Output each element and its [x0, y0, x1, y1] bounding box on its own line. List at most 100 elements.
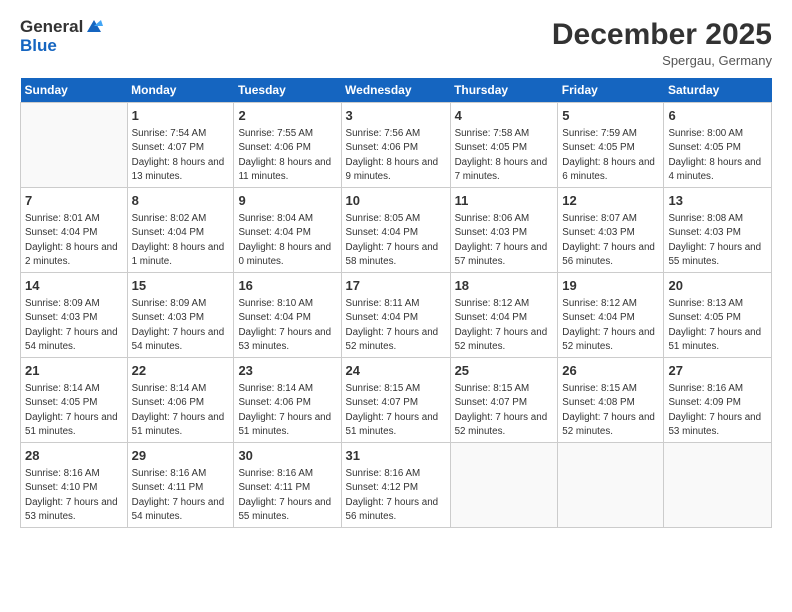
calendar-cell: 1 Sunrise: 7:54 AM Sunset: 4:07 PM Daylig…: [127, 103, 234, 188]
page: General Blue December 2025 Spergau, Germ…: [0, 0, 792, 612]
calendar-cell: 16 Sunrise: 8:10 AM Sunset: 4:04 PM Dayli…: [234, 273, 341, 358]
header-thursday: Thursday: [450, 78, 558, 103]
day-number: 27: [668, 362, 767, 380]
calendar-week-row: 21 Sunrise: 8:14 AM Sunset: 4:05 PM Dayli…: [21, 358, 772, 443]
day-number: 20: [668, 277, 767, 295]
weekday-header-row: Sunday Monday Tuesday Wednesday Thursday…: [21, 78, 772, 103]
logo-general-text: General: [20, 18, 83, 37]
day-number: 16: [238, 277, 336, 295]
header-sunday: Sunday: [21, 78, 128, 103]
day-info: Sunrise: 8:07 AM Sunset: 4:03 PM Dayligh…: [562, 212, 659, 269]
calendar-cell: 19 Sunrise: 8:12 AM Sunset: 4:04 PM Dayli…: [558, 273, 664, 358]
day-number: 22: [132, 362, 230, 380]
calendar-cell: 12 Sunrise: 8:07 AM Sunset: 4:03 PM Dayli…: [558, 188, 664, 273]
calendar-cell: 13Sunrise: 8:08 AM Sunset: 4:03 PM Dayli…: [664, 188, 772, 273]
day-number: 10: [346, 192, 446, 210]
day-number: 25: [455, 362, 554, 380]
calendar-week-row: 1 Sunrise: 7:54 AM Sunset: 4:07 PM Daylig…: [21, 103, 772, 188]
day-number: 23: [238, 362, 336, 380]
day-info: Sunrise: 8:02 AM Sunset: 4:04 PM Dayligh…: [132, 212, 230, 269]
calendar-cell: 27Sunrise: 8:16 AM Sunset: 4:09 PM Dayli…: [664, 358, 772, 443]
day-number: 29: [132, 447, 230, 465]
calendar-table: Sunday Monday Tuesday Wednesday Thursday…: [20, 78, 772, 528]
location: Spergau, Germany: [552, 53, 772, 68]
calendar-cell: 17Sunrise: 8:11 AM Sunset: 4:04 PM Dayli…: [341, 273, 450, 358]
calendar-cell: 24 Sunrise: 8:15 AM Sunset: 4:07 PM Dayli…: [341, 358, 450, 443]
calendar-cell: 3 Sunrise: 7:56 AM Sunset: 4:06 PM Daylig…: [341, 103, 450, 188]
header-wednesday: Wednesday: [341, 78, 450, 103]
calendar-cell: 25Sunrise: 8:15 AM Sunset: 4:07 PM Dayli…: [450, 358, 558, 443]
day-info: Sunrise: 7:56 AM Sunset: 4:06 PM Dayligh…: [346, 127, 446, 184]
day-info: Sunrise: 8:15 AM Sunset: 4:08 PM Dayligh…: [562, 382, 659, 439]
logo-blue-text: Blue: [20, 37, 103, 56]
day-info: Sunrise: 8:16 AM Sunset: 4:11 PM Dayligh…: [132, 467, 230, 524]
calendar-week-row: 7Sunrise: 8:01 AM Sunset: 4:04 PM Daylig…: [21, 188, 772, 273]
calendar-cell: 4Sunrise: 7:58 AM Sunset: 4:05 PM Daylig…: [450, 103, 558, 188]
month-title: December 2025: [552, 18, 772, 51]
day-info: Sunrise: 8:16 AM Sunset: 4:12 PM Dayligh…: [346, 467, 446, 524]
calendar-cell: 26 Sunrise: 8:15 AM Sunset: 4:08 PM Dayli…: [558, 358, 664, 443]
day-info: Sunrise: 8:09 AM Sunset: 4:03 PM Dayligh…: [132, 297, 230, 354]
logo-icon: [85, 18, 103, 34]
day-info: Sunrise: 8:12 AM Sunset: 4:04 PM Dayligh…: [562, 297, 659, 354]
calendar-cell: [21, 103, 128, 188]
day-info: Sunrise: 8:10 AM Sunset: 4:04 PM Dayligh…: [238, 297, 336, 354]
day-number: 5: [562, 107, 659, 125]
day-number: 12: [562, 192, 659, 210]
calendar-cell: 9Sunrise: 8:04 AM Sunset: 4:04 PM Daylig…: [234, 188, 341, 273]
calendar-week-row: 14 Sunrise: 8:09 AM Sunset: 4:03 PM Dayli…: [21, 273, 772, 358]
calendar-cell: 18 Sunrise: 8:12 AM Sunset: 4:04 PM Dayli…: [450, 273, 558, 358]
calendar-cell: 23Sunrise: 8:14 AM Sunset: 4:06 PM Dayli…: [234, 358, 341, 443]
day-info: Sunrise: 7:55 AM Sunset: 4:06 PM Dayligh…: [238, 127, 336, 184]
day-number: 3: [346, 107, 446, 125]
day-number: 2: [238, 107, 336, 125]
calendar-cell: [664, 443, 772, 528]
day-number: 1: [132, 107, 230, 125]
calendar-cell: [450, 443, 558, 528]
header-friday: Friday: [558, 78, 664, 103]
calendar-cell: 14Sunrise: 8:09 AM Sunset: 4:03 PM Dayli…: [21, 273, 128, 358]
day-info: Sunrise: 7:58 AM Sunset: 4:05 PM Dayligh…: [455, 127, 554, 184]
day-number: 21: [25, 362, 123, 380]
day-number: 8: [132, 192, 230, 210]
day-info: Sunrise: 8:05 AM Sunset: 4:04 PM Dayligh…: [346, 212, 446, 269]
day-info: Sunrise: 8:13 AM Sunset: 4:05 PM Dayligh…: [668, 297, 767, 354]
calendar-cell: 15 Sunrise: 8:09 AM Sunset: 4:03 PM Dayli…: [127, 273, 234, 358]
day-info: Sunrise: 8:14 AM Sunset: 4:05 PM Dayligh…: [25, 382, 123, 439]
day-info: Sunrise: 8:14 AM Sunset: 4:06 PM Dayligh…: [132, 382, 230, 439]
day-number: 30: [238, 447, 336, 465]
day-number: 18: [455, 277, 554, 295]
day-info: Sunrise: 8:16 AM Sunset: 4:11 PM Dayligh…: [238, 467, 336, 524]
header: General Blue December 2025 Spergau, Germ…: [20, 18, 772, 68]
day-info: Sunrise: 8:12 AM Sunset: 4:04 PM Dayligh…: [455, 297, 554, 354]
calendar-cell: 10 Sunrise: 8:05 AM Sunset: 4:04 PM Dayli…: [341, 188, 450, 273]
day-number: 19: [562, 277, 659, 295]
calendar-cell: 21 Sunrise: 8:14 AM Sunset: 4:05 PM Dayli…: [21, 358, 128, 443]
calendar-cell: 20 Sunrise: 8:13 AM Sunset: 4:05 PM Dayli…: [664, 273, 772, 358]
calendar-cell: 11Sunrise: 8:06 AM Sunset: 4:03 PM Dayli…: [450, 188, 558, 273]
calendar-cell: 6Sunrise: 8:00 AM Sunset: 4:05 PM Daylig…: [664, 103, 772, 188]
calendar-cell: 31 Sunrise: 8:16 AM Sunset: 4:12 PM Dayli…: [341, 443, 450, 528]
day-info: Sunrise: 8:04 AM Sunset: 4:04 PM Dayligh…: [238, 212, 336, 269]
calendar-cell: 2 Sunrise: 7:55 AM Sunset: 4:06 PM Daylig…: [234, 103, 341, 188]
day-number: 31: [346, 447, 446, 465]
day-number: 24: [346, 362, 446, 380]
day-number: 15: [132, 277, 230, 295]
calendar-cell: 30 Sunrise: 8:16 AM Sunset: 4:11 PM Dayli…: [234, 443, 341, 528]
day-number: 14: [25, 277, 123, 295]
day-info: Sunrise: 7:59 AM Sunset: 4:05 PM Dayligh…: [562, 127, 659, 184]
logo: General Blue: [20, 18, 103, 55]
calendar-cell: 29 Sunrise: 8:16 AM Sunset: 4:11 PM Dayli…: [127, 443, 234, 528]
header-saturday: Saturday: [664, 78, 772, 103]
day-info: Sunrise: 8:08 AM Sunset: 4:03 PM Dayligh…: [668, 212, 767, 269]
day-number: 11: [455, 192, 554, 210]
calendar-cell: 7Sunrise: 8:01 AM Sunset: 4:04 PM Daylig…: [21, 188, 128, 273]
header-monday: Monday: [127, 78, 234, 103]
calendar-cell: 28Sunrise: 8:16 AM Sunset: 4:10 PM Dayli…: [21, 443, 128, 528]
day-number: 7: [25, 192, 123, 210]
day-info: Sunrise: 8:11 AM Sunset: 4:04 PM Dayligh…: [346, 297, 446, 354]
day-number: 26: [562, 362, 659, 380]
day-info: Sunrise: 7:54 AM Sunset: 4:07 PM Dayligh…: [132, 127, 230, 184]
day-info: Sunrise: 8:00 AM Sunset: 4:05 PM Dayligh…: [668, 127, 767, 184]
day-info: Sunrise: 8:15 AM Sunset: 4:07 PM Dayligh…: [346, 382, 446, 439]
